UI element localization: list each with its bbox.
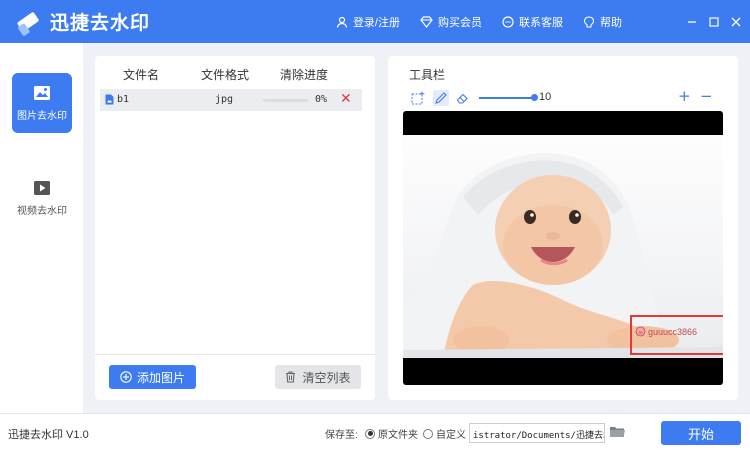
- brush-tool[interactable]: [433, 90, 449, 106]
- help-label: 帮助: [600, 16, 622, 29]
- radio-button: [423, 428, 433, 439]
- file-list-footer: 添加图片 清空列表: [95, 354, 375, 400]
- brush-icon: [435, 92, 447, 104]
- watermark-selection-box[interactable]: guuucc3866: [630, 315, 723, 355]
- radio-original-folder[interactable]: 原文件夹: [365, 426, 418, 441]
- file-format: jpg: [215, 94, 234, 105]
- buy-vip-label: 购买会员: [438, 16, 482, 29]
- plus-circle-icon: [120, 371, 132, 383]
- sidebar-item-image-watermark[interactable]: 图片去水印: [12, 73, 72, 133]
- sidebar-item-label: 图片去水印: [17, 110, 67, 122]
- eraser-logo-icon: [12, 7, 42, 37]
- help-button[interactable]: 帮助: [583, 14, 622, 30]
- table-row[interactable]: b1 jpg 0% ✕: [100, 89, 362, 111]
- zoom-out-button[interactable]: −: [700, 87, 713, 105]
- column-header-progress: 清除进度: [280, 68, 329, 82]
- trash-icon: [286, 371, 296, 383]
- radio-custom-folder[interactable]: 自定义: [423, 426, 466, 441]
- buy-vip-button[interactable]: 购买会员: [420, 14, 482, 30]
- contact-support-button[interactable]: 联系客服: [502, 14, 563, 30]
- watermark-text: guuucc3866: [648, 327, 698, 337]
- eraser-tool[interactable]: [455, 90, 471, 106]
- output-path-field[interactable]: istrator/Documents/迅捷去水印: [469, 423, 605, 443]
- preview-canvas[interactable]: guuucc3866: [403, 111, 723, 385]
- brush-size-slider-handle[interactable]: [531, 94, 538, 101]
- image-file-icon: [105, 94, 114, 105]
- column-header-format: 文件格式: [201, 68, 250, 82]
- close-icon[interactable]: [730, 16, 742, 28]
- preview-panel: 工具栏 10 + − guuucc3866: [388, 56, 738, 400]
- column-header-filename: 文件名: [123, 68, 160, 82]
- sidebar-item-label: 视频去水印: [17, 205, 67, 217]
- brush-size-value: 10: [539, 91, 552, 103]
- minimize-icon[interactable]: [686, 16, 698, 28]
- start-button[interactable]: 开始: [661, 421, 741, 445]
- video-icon: [34, 180, 50, 195]
- file-list-panel: 文件名 文件格式 清除进度 b1 jpg 0% ✕ 添加图片 清空列表: [95, 56, 375, 400]
- sidebar: 图片去水印 视频去水印: [0, 43, 83, 413]
- file-name: b1: [117, 94, 130, 105]
- brush-size-slider-track[interactable]: [479, 97, 533, 99]
- title-bar: 迅捷去水印 登录/注册 购买会员 联系客服 帮助: [0, 0, 750, 43]
- sidebar-item-video-watermark[interactable]: 视频去水印: [12, 168, 72, 228]
- progress-percent: 0%: [315, 94, 328, 105]
- radio-label: 原文件夹: [378, 430, 418, 441]
- radio-label: 自定义: [436, 430, 466, 441]
- radio-button-checked: [365, 428, 375, 439]
- login-button[interactable]: 登录/注册: [336, 14, 400, 30]
- add-image-button[interactable]: 添加图片: [109, 365, 196, 389]
- eraser-icon: [456, 93, 468, 104]
- delete-icon[interactable]: ✕: [340, 91, 352, 107]
- rect-select-tool[interactable]: [410, 90, 426, 106]
- zoom-in-button[interactable]: +: [678, 87, 691, 105]
- diamond-icon: [420, 15, 433, 28]
- user-icon: [336, 16, 348, 28]
- pig-face-icon: [635, 326, 646, 337]
- contact-support-label: 联系客服: [519, 16, 563, 29]
- add-image-label: 添加图片: [136, 370, 185, 385]
- progress-bar: [263, 99, 308, 102]
- save-to-label: 保存至:: [325, 430, 358, 441]
- login-label: 登录/注册: [352, 16, 400, 29]
- chat-icon: [502, 15, 514, 28]
- image-icon: [34, 85, 50, 100]
- clear-list-button[interactable]: 清空列表: [275, 365, 361, 389]
- clear-list-label: 清空列表: [302, 370, 351, 385]
- app-title: 迅捷去水印: [50, 13, 151, 34]
- app-logo: 迅捷去水印: [12, 7, 150, 37]
- rect-select-icon: [411, 91, 425, 105]
- help-icon: [583, 15, 595, 28]
- bottom-bar: 迅捷去水印 V1.0 保存至: 原文件夹 自定义 istrator/Docume…: [0, 413, 750, 450]
- version-label: 迅捷去水印 V1.0: [8, 429, 89, 441]
- toolbar-title: 工具栏: [409, 68, 446, 82]
- folder-icon[interactable]: [609, 425, 626, 441]
- maximize-icon[interactable]: [708, 16, 720, 28]
